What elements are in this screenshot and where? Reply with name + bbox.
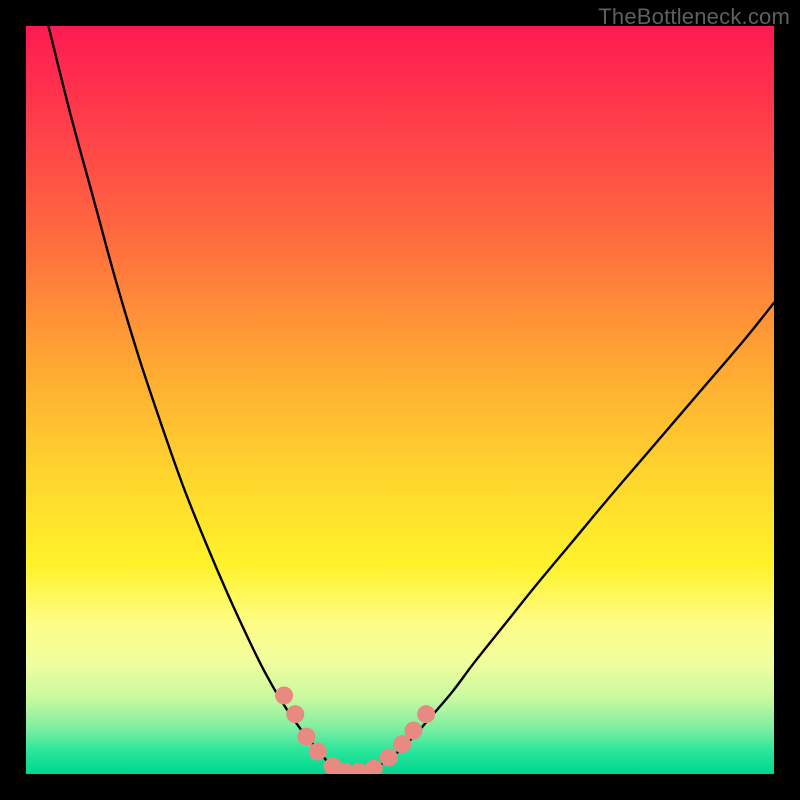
data-marker [298, 728, 316, 746]
data-marker [286, 705, 304, 723]
curve-right-curve [378, 303, 774, 767]
chart-svg [26, 26, 774, 774]
data-marker [404, 722, 422, 740]
data-marker [309, 743, 327, 761]
data-marker [365, 760, 383, 774]
watermark-text: TheBottleneck.com [598, 4, 790, 30]
data-marker [380, 749, 398, 767]
data-marker [275, 686, 293, 704]
curve-left-curve [48, 26, 332, 767]
curve-group [48, 26, 774, 773]
data-marker [417, 705, 435, 723]
plot-area [26, 26, 774, 774]
chart-frame: TheBottleneck.com [0, 0, 800, 800]
marker-group [275, 686, 435, 774]
